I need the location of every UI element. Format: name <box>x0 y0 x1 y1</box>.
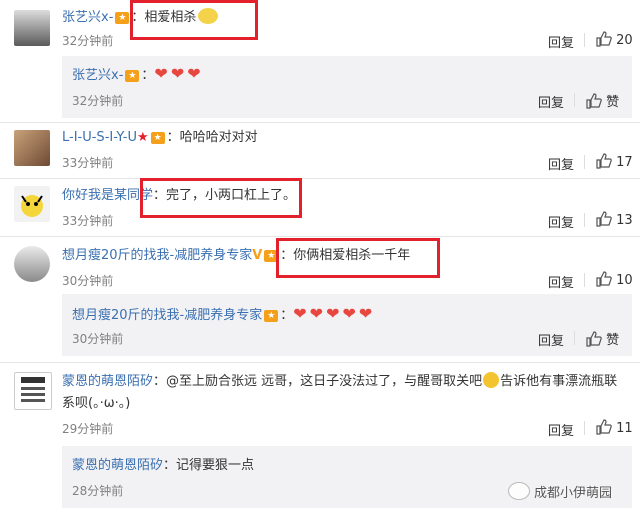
heart-icon: ❤ <box>154 64 168 83</box>
thumbs-up-icon <box>586 331 602 347</box>
username[interactable]: 蒙恩的萌恩陌矽 <box>72 458 163 473</box>
timestamp: 32分钟前 <box>72 94 124 108</box>
avatar[interactable] <box>14 130 50 166</box>
avatar[interactable] <box>14 10 50 46</box>
heart-icon: ❤ <box>293 304 307 323</box>
highlight-box <box>130 0 258 40</box>
timestamp: 30分钟前 <box>62 274 114 288</box>
avatar[interactable] <box>14 186 50 222</box>
username[interactable]: 张艺兴x- <box>72 68 123 83</box>
reply-button[interactable]: 回复 <box>548 212 574 231</box>
thumbs-up-icon <box>596 153 612 169</box>
timestamp: 33分钟前 <box>62 156 114 170</box>
member-badge-icon: ★ <box>150 131 165 144</box>
timestamp: 29分钟前 <box>62 422 114 436</box>
comment-text-cont: 系呗(。·ω·。) <box>62 396 131 411</box>
smile-emoji-icon <box>483 372 500 388</box>
like-button[interactable]: 赞 <box>586 91 619 110</box>
member-badge-icon: ★ <box>125 69 140 82</box>
highlight-box <box>140 178 302 218</box>
member-badge-icon: ★ <box>264 309 279 322</box>
timestamp: 30分钟前 <box>72 332 124 346</box>
heart-icon: ❤ <box>170 64 185 83</box>
watermark: 成都小伊萌园 <box>506 476 636 506</box>
reply-button[interactable]: 回复 <box>548 420 574 439</box>
heart-icon: ❤ <box>326 304 340 323</box>
member-badge-icon: ★ <box>115 11 130 24</box>
star-icon: ★ <box>136 130 149 145</box>
username[interactable]: 想月瘦20斤的找我-减肥养身专家 <box>62 248 252 263</box>
reply-button[interactable]: 回复 <box>538 92 564 111</box>
verified-icon: V <box>252 248 263 263</box>
like-button[interactable]: 11 <box>596 419 633 436</box>
thumbs-up-icon <box>596 419 612 435</box>
reply-button[interactable]: 回复 <box>548 154 574 173</box>
highlight-box <box>276 238 440 278</box>
heart-icon: ❤ <box>187 64 201 83</box>
wechat-icon <box>508 482 530 500</box>
thumbs-up-icon <box>586 93 602 109</box>
username[interactable]: 张艺兴x- <box>62 10 113 25</box>
like-button[interactable]: 赞 <box>586 329 619 348</box>
comment-text: ：哈哈哈对对对 <box>166 130 258 145</box>
like-button[interactable]: 20 <box>596 31 633 48</box>
thumbs-up-icon <box>596 31 612 47</box>
username[interactable]: L-I-U-S-I-Y-U <box>62 130 137 145</box>
thumbs-up-icon <box>596 271 612 287</box>
reply-button[interactable]: 回复 <box>538 330 564 349</box>
avatar[interactable] <box>14 246 50 282</box>
like-button[interactable]: 10 <box>596 271 633 288</box>
username[interactable]: 蒙恩的萌恩陌矽 <box>62 374 153 389</box>
reply-button[interactable]: 回复 <box>548 32 574 51</box>
timestamp: 28分钟前 <box>72 484 124 498</box>
comment-text: ：@至上励合张远 远哥，这日子没法过了，与醒哥取关吧 <box>153 374 483 389</box>
username[interactable]: 想月瘦20斤的找我-减肥养身专家 <box>72 308 262 323</box>
heart-icon: ❤ <box>358 304 373 323</box>
avatar[interactable] <box>14 372 52 410</box>
like-button[interactable]: 17 <box>596 153 633 170</box>
timestamp: 33分钟前 <box>62 214 114 228</box>
reply-button[interactable]: 回复 <box>548 272 574 291</box>
comment-text: ：记得要狠一点 <box>163 458 255 473</box>
like-button[interactable]: 13 <box>596 211 633 228</box>
timestamp: 32分钟前 <box>62 34 114 48</box>
thumbs-up-icon <box>596 211 612 227</box>
heart-icon: ❤ <box>309 304 324 323</box>
heart-icon: ❤ <box>342 304 356 323</box>
